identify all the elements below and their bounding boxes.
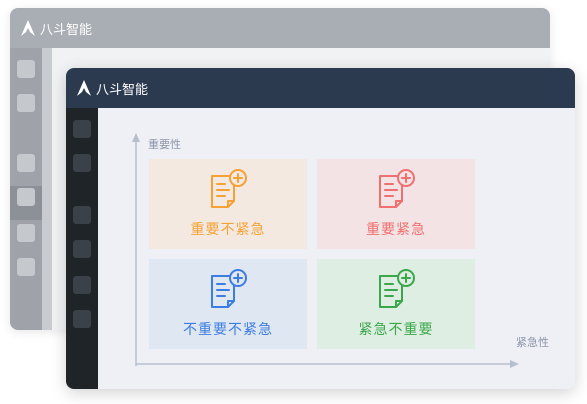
sidebar-button — [17, 94, 35, 112]
note-add-icon — [206, 167, 250, 215]
note-add-icon — [374, 267, 418, 315]
quadrant-important-not-urgent[interactable]: 重要不紧急 — [149, 159, 307, 249]
x-axis-label: 紧急性 — [516, 336, 549, 349]
quadrant-label: 紧急不重要 — [358, 322, 434, 338]
app-header: 八斗智能 — [66, 68, 575, 108]
sidebar-button[interactable] — [73, 310, 91, 328]
sidebar-button[interactable] — [73, 276, 91, 294]
brand-name: 八斗智能 — [40, 22, 93, 38]
sidebar-button[interactable] — [73, 240, 91, 258]
sidebar-button — [17, 188, 35, 206]
note-add-icon — [206, 267, 250, 315]
sidebar-button[interactable] — [73, 206, 91, 224]
sidebar-button[interactable] — [73, 120, 91, 138]
quadrant-label: 重要不紧急 — [190, 222, 266, 238]
sidebar-button — [17, 154, 35, 172]
sidebar-button[interactable] — [73, 154, 91, 172]
logo-icon — [76, 79, 92, 97]
logo-icon — [20, 19, 36, 37]
priority-matrix: 重要性 紧急性 重要不紧急 重要紧急 不重要不紧急 紧急不重要 — [98, 108, 575, 389]
background-brand: 八斗智能 — [20, 19, 92, 38]
app-window: 八斗智能 重要性 紧急性 重要不紧急 重要紧急 不重要不紧急 紧急不重要 — [66, 68, 575, 389]
quadrant-urgent-not-important[interactable]: 紧急不重要 — [317, 259, 475, 349]
brand-name: 八斗智能 — [96, 82, 149, 98]
quadrant-important-urgent[interactable]: 重要紧急 — [317, 159, 475, 249]
sidebar-button — [17, 258, 35, 276]
brand[interactable]: 八斗智能 — [76, 79, 148, 98]
quadrant-label: 重要紧急 — [366, 222, 426, 238]
y-axis-label: 重要性 — [148, 138, 181, 151]
background-content-edge — [42, 48, 52, 330]
quadrant-label: 不重要不紧急 — [183, 322, 273, 338]
background-window-header: 八斗智能 — [10, 8, 550, 48]
background-sidebar — [10, 48, 42, 330]
note-add-icon — [374, 167, 418, 215]
quadrant-not-important-not-urgent[interactable]: 不重要不紧急 — [149, 259, 307, 349]
sidebar — [66, 108, 98, 389]
sidebar-button — [17, 60, 35, 78]
sidebar-button — [17, 224, 35, 242]
